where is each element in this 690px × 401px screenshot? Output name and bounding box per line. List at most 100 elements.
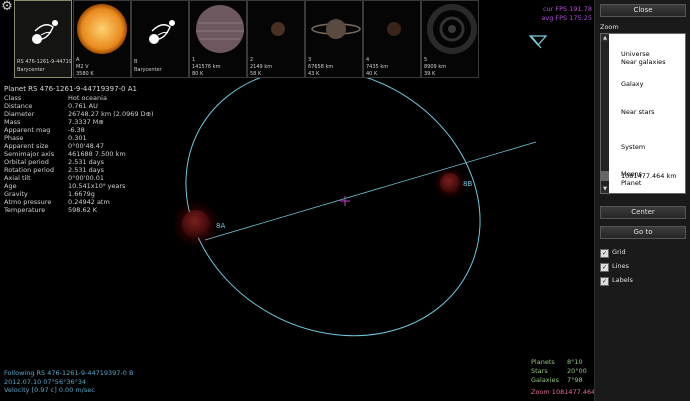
thumbnail-detail: 8909 km	[424, 64, 447, 70]
ringed-icon	[311, 19, 361, 39]
star-icon	[77, 4, 127, 54]
stat-value: 7°98	[567, 376, 583, 384]
fps-current: cur FPS 191.78	[542, 5, 592, 13]
zoom-slider-handle[interactable]	[601, 171, 609, 181]
zoom-value: 1081477.464 km	[621, 172, 677, 180]
info-value: 26748.27 km (2.0969 D⊕)	[68, 110, 154, 118]
checkbox-label: Lines	[612, 262, 629, 270]
checkbox-icon[interactable]: ✓	[600, 249, 609, 258]
thumbnail-name: 2	[250, 57, 254, 63]
chevron-up-icon[interactable]: ▲	[601, 34, 609, 42]
star-b[interactable]	[440, 173, 460, 193]
thumbnail-detail: 141576 km	[192, 64, 221, 70]
zoom-level-item[interactable]: System	[621, 144, 645, 151]
zoom-level-item[interactable]: Near galaxies	[621, 59, 666, 66]
info-key: Axial tilt	[4, 174, 31, 182]
checkbox-labels[interactable]: ✓ Labels	[600, 276, 686, 286]
checkbox-label: Grid	[612, 248, 626, 256]
thumbnail-name: 1	[192, 57, 196, 63]
thumbnail-detail: Barycenter	[134, 67, 162, 73]
checkbox-icon[interactable]: ✓	[600, 277, 609, 286]
stat-value: 20°00	[567, 367, 587, 375]
following-info: Following RS 476-1261-9-44719397-0 B 201…	[4, 369, 133, 395]
close-button[interactable]: Close	[600, 4, 686, 17]
info-key: Mass	[4, 118, 21, 126]
info-value: 0.761 AU	[68, 102, 98, 110]
thumbnail-temperature: 39 K	[424, 71, 436, 77]
stat-label: Galaxies	[531, 376, 559, 384]
info-key: Atmo pressure	[4, 198, 52, 206]
info-value: 10.541x10⁹ years	[68, 182, 126, 190]
thumbnail-name: A	[76, 57, 80, 63]
thumbnail-item[interactable]: RS 476-1261-9-44719397-0 Barycenter	[14, 0, 72, 78]
info-key: Temperature	[4, 206, 46, 214]
thumbnail-item[interactable]: 5 8909 km 39 K	[421, 0, 479, 78]
info-value: 7.3337 M⊕	[68, 118, 104, 126]
fps-average: avg FPS 175.25	[541, 14, 592, 22]
gasgiant-icon	[196, 5, 244, 53]
info-key: Phase	[4, 134, 24, 142]
info-value: -6.38	[68, 126, 85, 134]
info-value: 2.531 days	[68, 166, 105, 174]
barycenter-line	[204, 141, 537, 241]
thumbnail-detail: Barycenter	[17, 67, 45, 73]
info-value: 0.24942 atm	[68, 198, 110, 206]
zoom-level-item[interactable]: Near stars	[621, 109, 655, 116]
thumbnail-item[interactable]: 1 141576 km 80 K	[189, 0, 247, 78]
center-button[interactable]: Center	[600, 206, 686, 219]
info-key: Class	[4, 94, 22, 102]
thumbnail-detail: 67658 km	[308, 64, 334, 70]
chevron-down-icon[interactable]: ▼	[601, 185, 609, 193]
simulation-datetime: 2012.07.10 07°56°36°34	[4, 377, 87, 386]
info-value: 1.6679g	[68, 190, 95, 198]
thumbnail-detail: M2 V	[76, 64, 89, 70]
control-panel: Close Zoom ▲ ▼ Universe Near galaxies Gala…	[594, 0, 690, 401]
zoom-label: Zoom	[600, 23, 619, 31]
thumbnail-item[interactable]: 2 2149 km 58 K	[247, 0, 305, 78]
info-key: Apparent size	[4, 142, 49, 150]
info-key: Age	[4, 182, 17, 190]
navigation-arrow-icon[interactable]	[528, 35, 548, 49]
thumbnail-name: 5	[424, 57, 428, 63]
thumbnail-item[interactable]: 3 67658 km 43 K	[305, 0, 363, 78]
info-value: Hot oceania	[68, 94, 107, 102]
thumbnail-name: 3	[308, 57, 312, 63]
thumbnail-temperature: 43 K	[308, 71, 320, 77]
info-value: 461688 7.500 km	[68, 150, 126, 158]
checkbox-icon[interactable]: ✓	[600, 263, 609, 272]
zoom-readout: Zoom 1081477.464	[531, 388, 596, 396]
info-key: Apparent mag	[4, 126, 51, 134]
info-value: 2.531 days	[68, 158, 105, 166]
zoom-level-item[interactable]: Galaxy	[621, 81, 644, 88]
info-key: Semimajor axis	[4, 150, 55, 158]
thumbnail-item[interactable]: 4 7435 km 40 K	[363, 0, 421, 78]
barycenter-icon	[149, 20, 175, 44]
thumbnail-item[interactable]: B Barycenter	[131, 0, 189, 78]
zoom-scrollbar[interactable]: ▲ ▼	[601, 34, 609, 193]
info-value: 598.62 K	[68, 206, 98, 214]
thumbnail-detail: 7435 km	[366, 64, 389, 70]
info-value: 0°00'48.47	[68, 142, 105, 150]
small-icon	[387, 22, 401, 36]
thumbnail-item[interactable]: A M2 V 3580 K	[73, 0, 131, 78]
checkbox-lines[interactable]: ✓ Lines	[600, 262, 686, 272]
info-key: Gravity	[4, 190, 28, 198]
gear-icon[interactable]: ⚙	[0, 0, 14, 14]
star-a[interactable]	[182, 210, 210, 238]
thumbnail-temperature: 58 K	[250, 71, 262, 77]
checkbox-label: Labels	[612, 276, 633, 284]
fps-readout: cur FPS 191.78 avg FPS 175.25	[541, 5, 592, 23]
zoom-level-item[interactable]: Planet	[621, 180, 641, 187]
checkbox-grid[interactable]: ✓ Grid	[600, 248, 686, 258]
thumbnail-temperature: 40 K	[366, 71, 378, 77]
following-target: Following RS 476-1261-9-44719397-0 B	[4, 369, 134, 377]
zoom-level-item[interactable]: Universe	[621, 51, 650, 58]
velocity-readout: Velocity [0.97 c] 0.00 m/sec	[4, 386, 95, 394]
barycenter-icon	[32, 20, 58, 44]
goto-button[interactable]: Go to	[600, 226, 686, 239]
info-value: 0.301	[68, 134, 87, 142]
info-value: 0°00'00.01	[68, 174, 105, 182]
thumbnail-temperature: 80 K	[192, 71, 204, 77]
zoom-slider[interactable]: ▲ ▼ Universe Near galaxies Galaxy Near star…	[600, 33, 686, 194]
info-key: Rotation period	[4, 166, 54, 174]
